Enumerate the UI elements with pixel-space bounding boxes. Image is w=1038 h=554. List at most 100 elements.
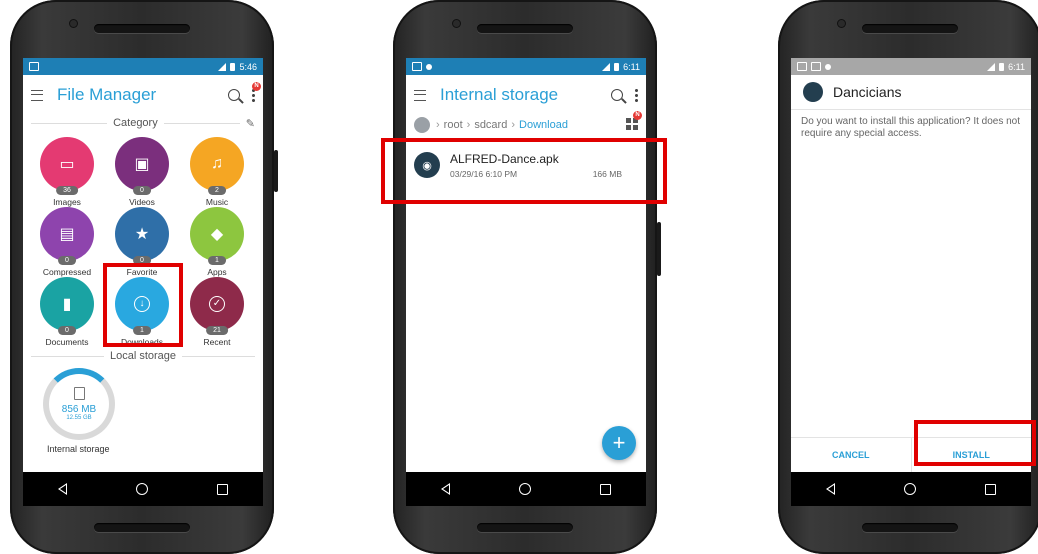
recent-apps-icon[interactable]: [985, 483, 997, 495]
phone-2: 6:11 Internal storage › root › sdcard › …: [393, 0, 661, 554]
list-item[interactable]: ◉ ALFRED-Dance.apk 03/29/16 6:10 PM 166 M…: [406, 143, 646, 187]
navigation-bar: [406, 472, 646, 506]
internal-storage-label: Internal storage: [47, 444, 110, 454]
navigation-bar: [23, 472, 263, 506]
category-documents[interactable]: ▮ 0 Documents: [35, 277, 99, 347]
search-icon[interactable]: [228, 89, 240, 101]
videos-count: 0: [133, 186, 151, 195]
menu-icon[interactable]: [414, 89, 426, 101]
navigation-bar: [791, 472, 1031, 506]
signal-icon: [218, 62, 227, 71]
back-icon[interactable]: [440, 483, 450, 495]
local-storage-header: Local storage: [23, 349, 263, 363]
status-time: 5:46: [239, 61, 257, 72]
camera-icon: [453, 20, 460, 27]
category-favorite[interactable]: ★ 0 Favorite: [110, 207, 174, 277]
app-toolbar: File Manager N: [23, 75, 263, 115]
check-circle-icon: ✓: [209, 296, 225, 312]
notification-icon: [797, 62, 807, 71]
category-images[interactable]: ▭ 36 Images: [35, 137, 99, 207]
category-recent[interactable]: ✓ 21 Recent: [185, 277, 249, 347]
side-button: [274, 150, 278, 192]
category-music[interactable]: ♫ 2 Music: [185, 137, 249, 207]
grid-view-icon[interactable]: N: [626, 111, 642, 130]
downloads-count: 1: [133, 326, 151, 335]
dialog-buttons: CANCEL INSTALL: [791, 437, 1031, 472]
battery-icon: [230, 62, 236, 71]
notification-badge: N: [633, 111, 642, 120]
favorite-label: Favorite: [126, 267, 158, 277]
recent-apps-icon[interactable]: [217, 483, 229, 495]
category-compressed[interactable]: ▤ 0 Compressed: [35, 207, 99, 277]
crumb-sdcard[interactable]: sdcard: [474, 119, 507, 131]
file-name: ALFRED-Dance.apk: [450, 151, 559, 166]
category-grid: ▭ 36 Images ▣ 0 Videos ♫ 2 Music ▤ 0 Compres…: [23, 131, 263, 349]
install-button[interactable]: INSTALL: [912, 438, 1032, 472]
crumb-download[interactable]: Download: [519, 119, 568, 131]
storage-used: 856 MB: [61, 404, 97, 415]
screen-file-manager: 5:46 File Manager N Category ✎ ▭ 36 Image…: [23, 58, 263, 506]
android-notification-icon: [426, 63, 432, 70]
category-header: Category ✎: [23, 115, 263, 131]
status-bar: 6:11: [406, 58, 646, 75]
edit-icon[interactable]: ✎: [246, 117, 255, 130]
zip-icon: ▤: [59, 226, 75, 243]
compressed-label: Compressed: [42, 267, 92, 277]
more-options-icon[interactable]: N: [252, 82, 261, 102]
screen-internal-storage: 6:11 Internal storage › root › sdcard › …: [406, 58, 646, 506]
search-icon[interactable]: [611, 89, 623, 101]
crumb-root[interactable]: root: [444, 119, 463, 131]
back-icon[interactable]: [57, 483, 67, 495]
document-icon: ▮: [62, 296, 72, 313]
music-note-icon: ♫: [211, 155, 223, 172]
menu-icon[interactable]: [31, 89, 43, 101]
images-count: 36: [56, 186, 78, 195]
status-time: 6:11: [623, 61, 640, 72]
more-options-icon[interactable]: [635, 88, 638, 102]
page-title: File Manager: [57, 85, 157, 104]
category-apps[interactable]: ◆ 1 Apps: [185, 207, 249, 277]
home-icon[interactable]: [135, 483, 148, 495]
storage-total: 12.55 GB: [66, 415, 92, 421]
category-downloads[interactable]: ↓ 1 Downloads: [110, 277, 174, 347]
app-toolbar: Internal storage: [406, 75, 646, 115]
compressed-count: 0: [58, 256, 76, 265]
file-size: 166 MB: [592, 168, 622, 179]
recent-count: 21: [206, 326, 228, 335]
category-videos[interactable]: ▣ 0 Videos: [110, 137, 174, 207]
home-folder-icon[interactable]: [414, 117, 430, 133]
page-title: Internal storage: [440, 85, 559, 104]
cancel-button[interactable]: CANCEL: [791, 438, 911, 472]
battery-icon: [614, 62, 620, 71]
sd-card-icon: [73, 387, 85, 400]
add-fab-button[interactable]: +: [602, 426, 636, 460]
status-time: 6:11: [1008, 61, 1025, 72]
apps-label: Apps: [207, 267, 227, 277]
music-label: Music: [205, 197, 229, 207]
android-notification-icon: [825, 63, 831, 70]
recent-apps-icon[interactable]: [600, 483, 612, 495]
speaker-top: [862, 24, 958, 33]
downloads-label: Downloads: [120, 337, 164, 347]
speaker-top: [477, 24, 573, 33]
back-icon[interactable]: [825, 483, 835, 495]
battery-icon: [999, 62, 1005, 71]
speaker-top: [94, 24, 190, 33]
home-icon[interactable]: [518, 483, 531, 495]
notification-badge: N: [252, 82, 261, 91]
internal-storage-ring[interactable]: 856 MB 12.55 GB: [43, 368, 115, 440]
download-icon: ↓: [134, 296, 150, 312]
image-icon: ▭: [59, 156, 75, 173]
android-icon: ◆: [210, 226, 224, 243]
status-bar: 5:46: [23, 58, 263, 75]
notification-icon: [811, 62, 821, 71]
speaker-bottom: [862, 523, 958, 532]
camera-icon: [838, 20, 845, 27]
signal-icon: [602, 62, 611, 71]
speaker-bottom: [477, 523, 573, 532]
music-count: 2: [208, 186, 226, 195]
apps-count: 1: [208, 256, 226, 265]
home-icon[interactable]: [903, 483, 916, 495]
status-bar: 6:11: [791, 58, 1031, 75]
film-icon: ▣: [134, 156, 150, 173]
